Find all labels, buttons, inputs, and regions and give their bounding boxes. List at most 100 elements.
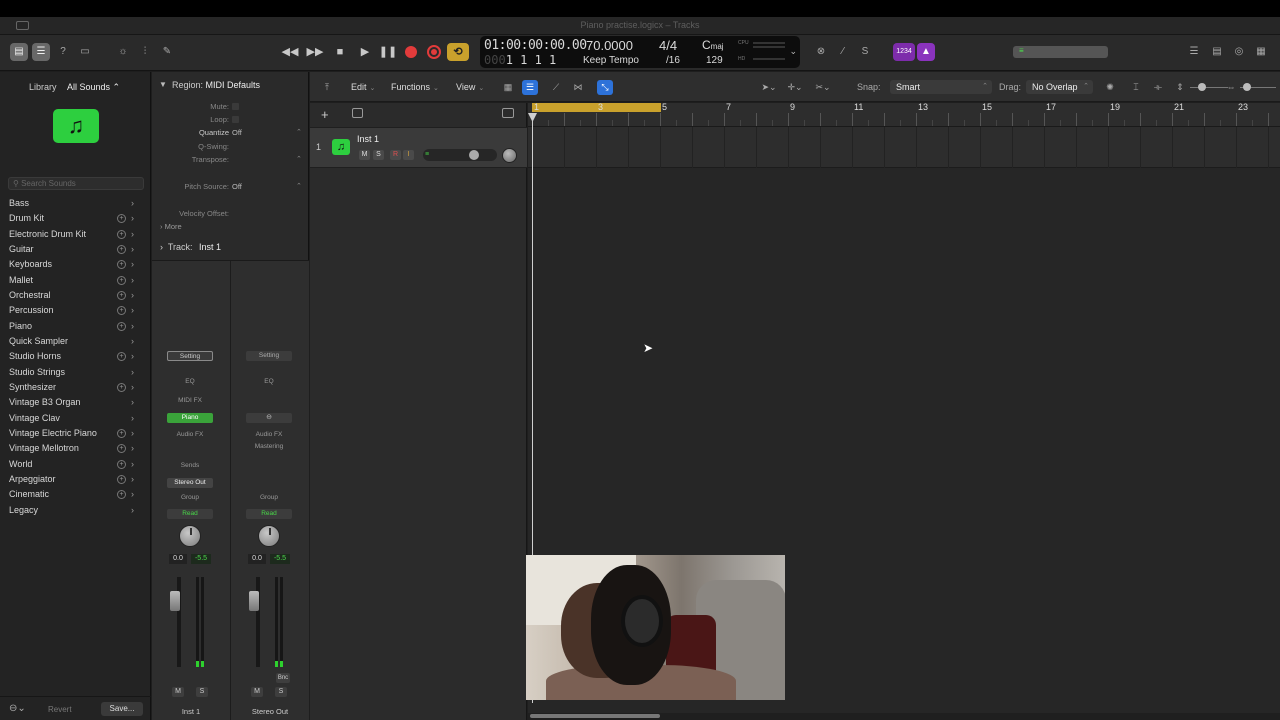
track-lane[interactable] — [528, 127, 1280, 168]
more-disclosure[interactable]: › More — [160, 222, 182, 231]
automation-mode[interactable]: Read — [167, 509, 213, 519]
add-circle-icon[interactable]: + — [117, 352, 126, 362]
volume-value[interactable]: 0.0 — [169, 554, 187, 564]
back-arrow-icon[interactable]: ⤒ — [319, 80, 335, 95]
setting-button[interactable]: Setting — [246, 351, 292, 361]
add-track-icon[interactable]: + — [321, 107, 329, 122]
search-sounds-input[interactable]: ⚲ Search Sounds — [8, 177, 144, 190]
automation-mode[interactable]: Read — [246, 509, 292, 519]
tempo[interactable]: 70.0000 — [586, 38, 633, 53]
pause-icon[interactable]: ❚❚ — [378, 42, 398, 62]
library-item[interactable]: Studio Strings › — [0, 365, 151, 380]
add-circle-icon[interactable]: + — [117, 260, 126, 270]
master-volume-slider[interactable]: ≡ — [1013, 46, 1108, 58]
add-circle-icon[interactable]: + — [117, 275, 126, 285]
horizontal-zoom-icon[interactable]: ⟛ — [1150, 80, 1166, 95]
region-header[interactable]: ▼ Region: MIDI Defaults — [152, 80, 309, 96]
eq-button[interactable]: EQ — [246, 378, 292, 385]
lcd-chevron-down-icon[interactable]: ⌄ — [789, 46, 797, 57]
edit-menu[interactable]: Edit ⌄ — [351, 81, 375, 94]
mastering-slot[interactable]: Mastering — [246, 443, 292, 450]
track-instrument-icon[interactable]: ♫ — [332, 139, 350, 155]
library-item[interactable]: Synthesizer + › — [0, 380, 151, 395]
disclosure-closed-icon[interactable]: › — [160, 242, 163, 252]
sends-slot[interactable]: Sends — [167, 462, 213, 469]
library-item[interactable]: Piano + › — [0, 319, 151, 334]
list-editors-icon[interactable]: ☰ — [1185, 43, 1203, 61]
mute-button[interactable]: M — [172, 687, 184, 697]
library-item[interactable]: Electronic Drum Kit + › — [0, 227, 151, 242]
stepper-icon[interactable]: ⌃ — [296, 155, 302, 163]
editors-icon[interactable]: ✎ — [158, 43, 176, 61]
browser-icon[interactable]: ▦ — [1252, 43, 1270, 61]
track-input-monitor-button[interactable]: I — [403, 150, 414, 160]
track-name[interactable]: Inst 1 — [357, 134, 379, 144]
grid-view-icon[interactable]: ▦ — [500, 80, 516, 95]
mute-button[interactable]: M — [251, 687, 263, 697]
add-circle-icon[interactable]: + — [117, 229, 126, 239]
midi-fx-slot[interactable]: MIDI FX — [167, 397, 213, 404]
quantize-value[interactable]: Off — [232, 128, 242, 137]
setting-button[interactable]: Setting — [167, 351, 213, 361]
audio-fx-slot[interactable]: Audio FX — [167, 431, 213, 438]
functions-menu[interactable]: Functions ⌄ — [391, 81, 439, 94]
add-circle-icon[interactable]: + — [117, 290, 126, 300]
volume-fader[interactable] — [170, 591, 180, 611]
instrument-slot[interactable]: Piano — [167, 413, 213, 423]
audio-fx-slot[interactable]: Audio FX — [246, 431, 292, 438]
gear-menu-icon[interactable]: ⊖⌄ — [9, 703, 26, 714]
library-filter[interactable]: All Sounds ⌃ — [67, 82, 120, 92]
pitch-source-value[interactable]: Off — [232, 182, 242, 191]
cycle-region[interactable] — [532, 103, 661, 112]
horizontal-size-icon[interactable]: ⇔ — [1223, 80, 1239, 95]
add-circle-icon[interactable]: + — [117, 490, 126, 500]
vertical-zoom-slider[interactable] — [1198, 83, 1206, 91]
cycle-icon[interactable]: ⟲ — [447, 43, 469, 61]
save-button[interactable]: Save... — [101, 702, 143, 716]
tempo-mode[interactable]: Keep Tempo — [583, 55, 639, 66]
pointer-tool-icon[interactable]: ➤⌄ — [758, 80, 780, 95]
link-icon[interactable]: ⊖ — [246, 413, 292, 423]
play-icon[interactable]: ▶ — [355, 42, 375, 62]
waveform-zoom-icon[interactable]: ✺ — [1102, 80, 1118, 95]
library-item[interactable]: Arpeggiator + › — [0, 472, 151, 487]
library-item[interactable]: Orchestral + › — [0, 288, 151, 303]
volume-value[interactable]: 0.0 — [248, 554, 266, 564]
time-signature[interactable]: 4/4 — [659, 38, 677, 53]
horizontal-scrollbar[interactable] — [528, 713, 1280, 720]
stepper-icon[interactable]: ⌃ — [296, 182, 302, 190]
library-item[interactable]: Vintage Clav › — [0, 411, 151, 426]
add-circle-icon[interactable]: + — [117, 444, 126, 454]
library-item[interactable]: Bass › — [0, 196, 151, 211]
catch-playhead-icon[interactable]: ⤡ — [597, 80, 613, 95]
add-circle-icon[interactable]: + — [117, 321, 126, 331]
add-circle-icon[interactable]: + — [117, 428, 126, 438]
loop-browser-icon[interactable]: ◎ — [1230, 43, 1248, 61]
duplicate-track-icon[interactable] — [352, 108, 363, 118]
smart-controls-icon[interactable]: ☼ — [114, 43, 132, 61]
library-item[interactable]: Percussion + › — [0, 303, 151, 318]
track-solo-button[interactable]: S — [373, 150, 384, 160]
count-in-button[interactable]: 1234 — [893, 43, 915, 61]
flex-icon[interactable]: ⋈ — [570, 80, 586, 95]
loop-checkbox[interactable] — [232, 116, 239, 123]
mixer-icon[interactable]: ⫶ — [136, 43, 154, 61]
forward-icon[interactable]: ▶▶ — [305, 42, 325, 62]
track-mute-button[interactable]: M — [359, 150, 370, 160]
library-item[interactable]: Vintage Electric Piano + › — [0, 426, 151, 441]
pencil-tool-icon[interactable]: ✛⌄ — [784, 80, 806, 95]
library-item[interactable]: Vintage B3 Organ › — [0, 395, 151, 410]
vertical-size-icon[interactable]: ⇕ — [1172, 80, 1188, 95]
track-filter-icon[interactable] — [502, 108, 514, 118]
list-view-icon[interactable]: ☰ — [522, 80, 538, 95]
track-volume-slider[interactable]: ≡ — [423, 149, 497, 161]
quick-help-icon[interactable]: ? — [54, 43, 72, 61]
scrollbar-thumb[interactable] — [530, 714, 660, 718]
notepad-icon[interactable]: ▤ — [1208, 43, 1226, 61]
solo-button[interactable]: S — [275, 687, 287, 697]
add-circle-icon[interactable]: + — [117, 244, 126, 254]
library-item[interactable]: Guitar + › — [0, 242, 151, 257]
disclosure-open-icon[interactable]: ▼ — [159, 80, 167, 89]
replace-icon[interactable]: ⊗ — [812, 43, 830, 61]
library-item[interactable]: Vintage Mellotron + › — [0, 441, 151, 456]
